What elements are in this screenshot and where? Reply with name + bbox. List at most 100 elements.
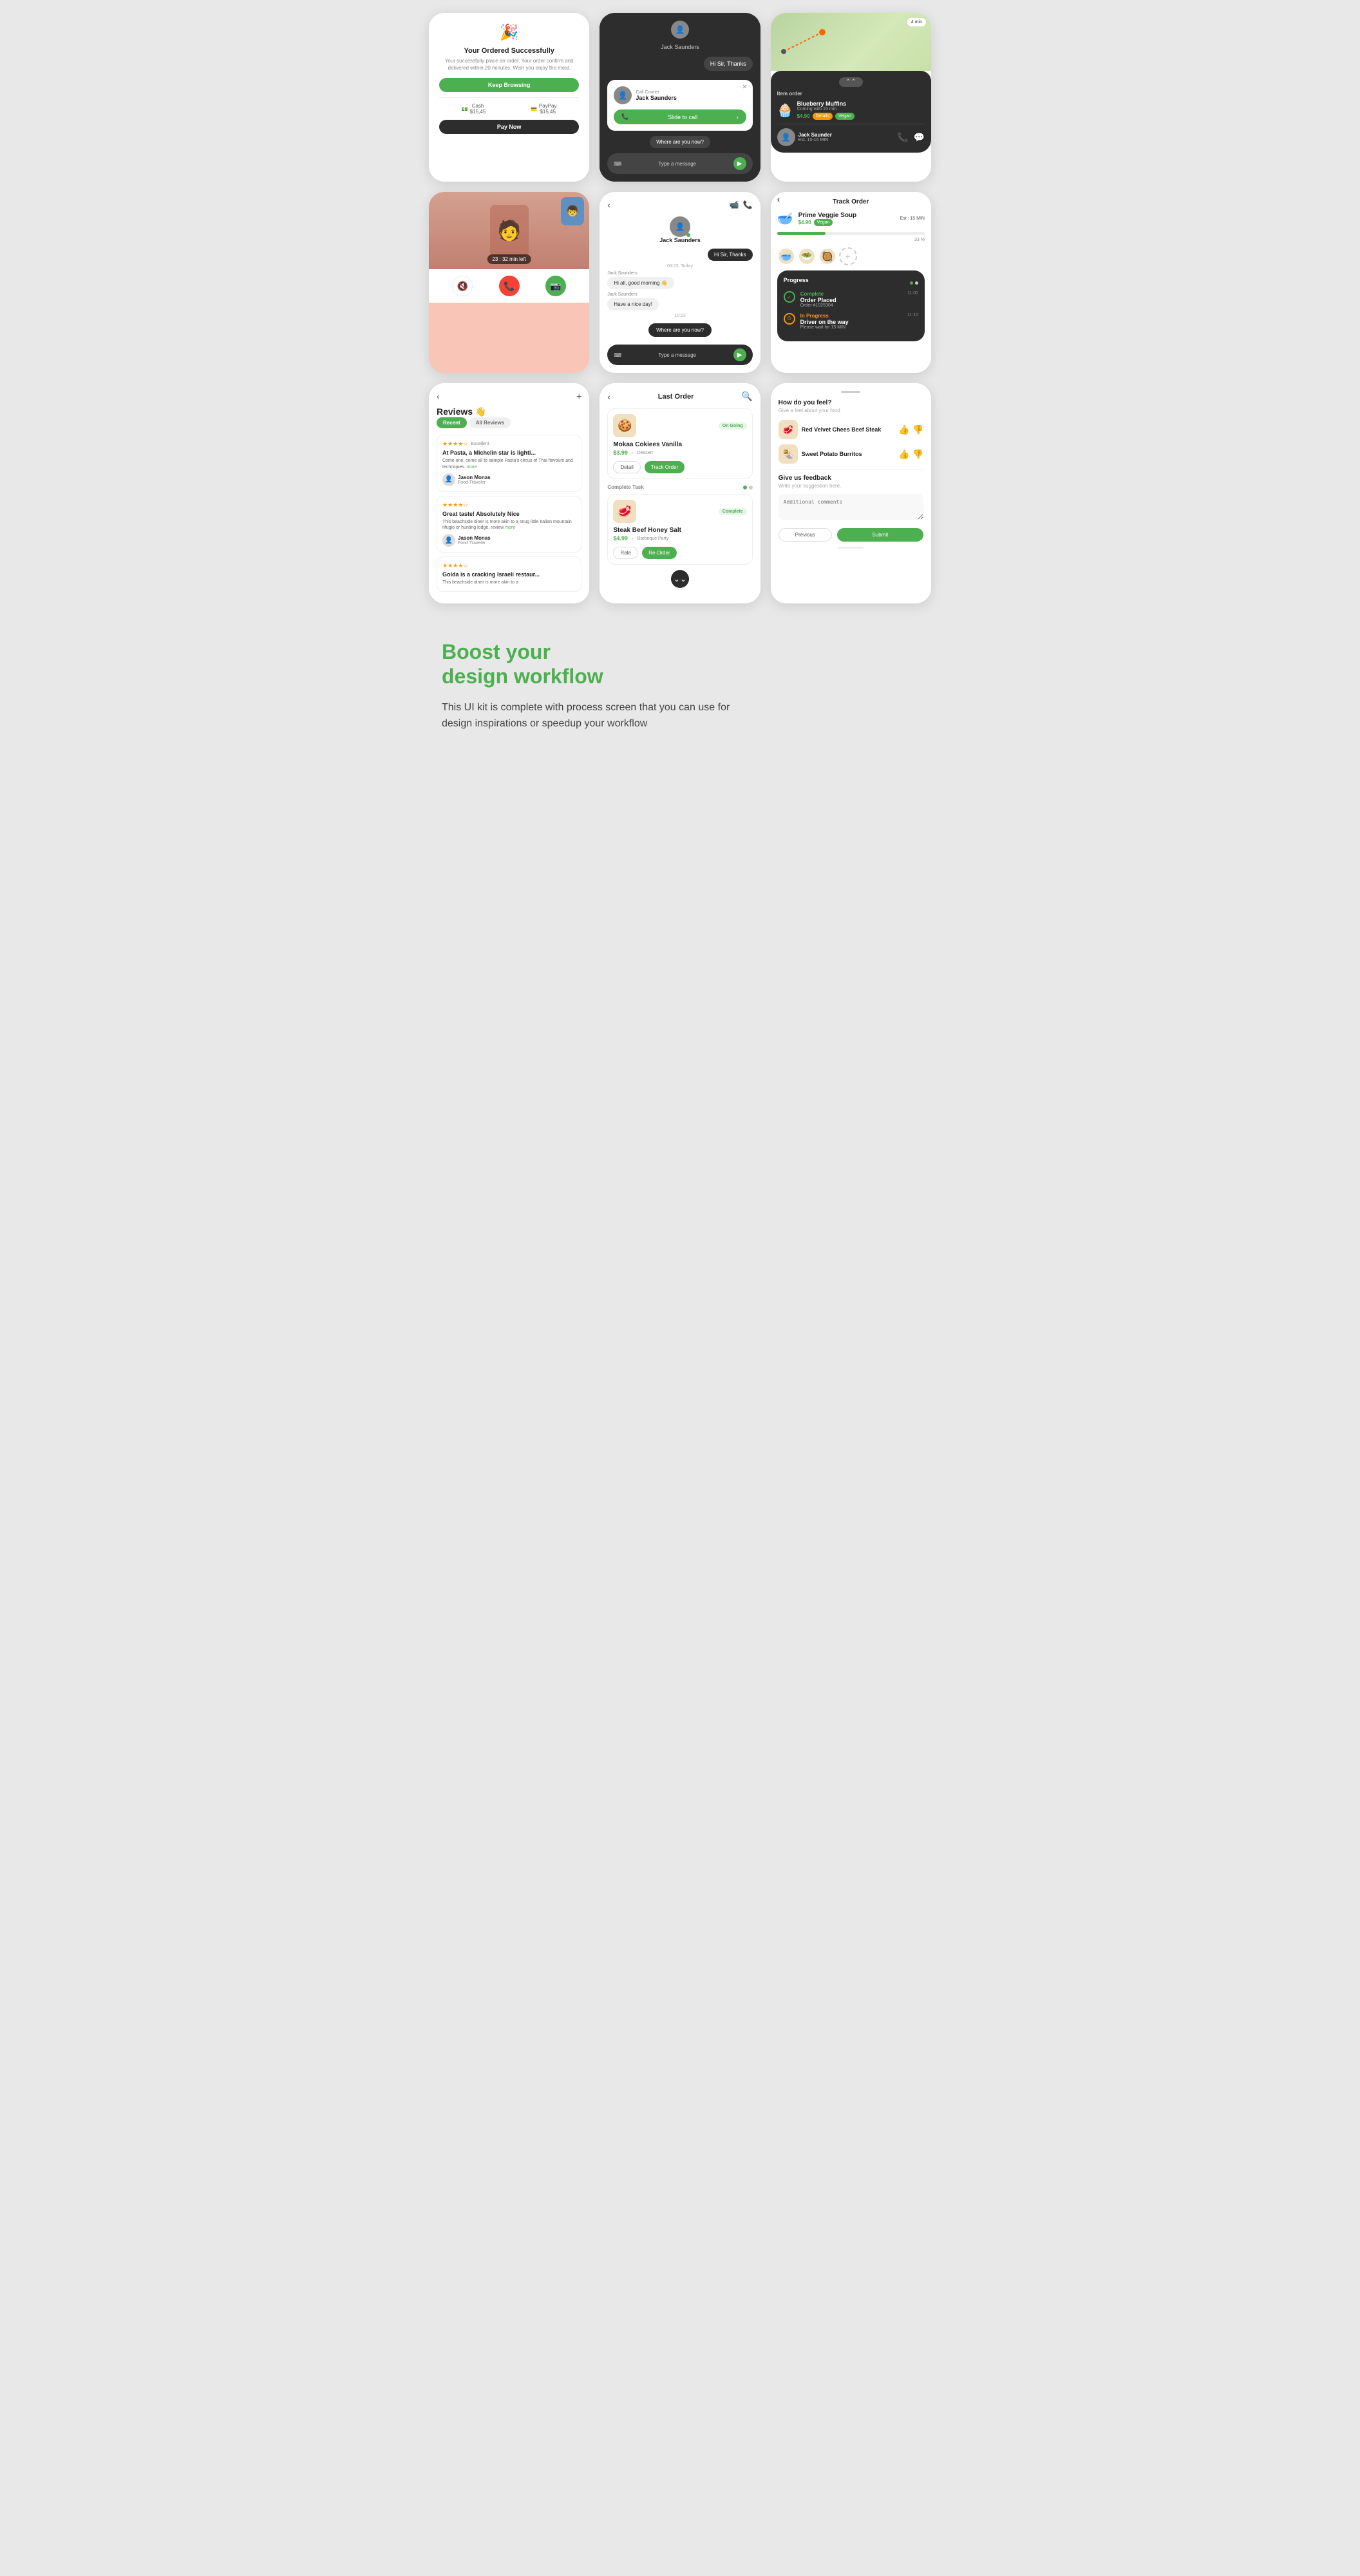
track-order-card: ‹ Track Order 🥣 Prime Veggie Soup $4.90 … — [771, 192, 931, 373]
muffin-icon: 🧁 — [777, 102, 793, 118]
progress-dark-title: Progress — [784, 277, 809, 283]
chat-input-light[interactable]: ⌨ Type a message ▶ — [607, 345, 752, 365]
food1-actions: Detail Track Order — [613, 461, 746, 473]
cash-info: Cash $15,45 — [470, 103, 486, 115]
order-success-title: Your Ordered Successfully — [439, 47, 579, 55]
order-placed-title: Order Placed — [800, 297, 836, 303]
thumbs-up-1[interactable]: 👍 — [898, 424, 909, 435]
back-arrow-icon[interactable]: ‹ — [607, 200, 610, 210]
review-item-2: ★★★★☆ Great taste! Absolutely Nice This … — [437, 496, 581, 553]
phone-icon[interactable]: 📞 — [897, 132, 908, 143]
feedback-textarea[interactable] — [779, 494, 923, 520]
mute-button[interactable]: 🔇 — [452, 276, 473, 296]
detail-button[interactable]: Detail — [613, 461, 640, 473]
thumbs-up-2[interactable]: 👍 — [898, 449, 909, 460]
reviewer-name-1: Jason Monas — [458, 475, 491, 480]
reviewer-role-1: Food Traveler — [458, 480, 491, 485]
last-order-card: ‹ Last Order 🔍 🍪 On Going Mokaa Cokiees … — [600, 383, 760, 603]
thumbs-down-1[interactable]: 👎 — [912, 424, 923, 435]
add-food-button[interactable]: + — [839, 247, 857, 265]
thumbs-down-2[interactable]: 👎 — [912, 449, 923, 460]
paypay-payment: 💳 PayPay $15,45 — [531, 103, 557, 115]
stars-1: ★★★★☆ — [442, 440, 468, 448]
food-thumbs: 🥣 🥗 🥘 + — [777, 247, 925, 265]
search-icon[interactable]: 🔍 — [741, 391, 752, 402]
where-msg: Where are you now? — [648, 323, 712, 337]
send-button[interactable]: ▶ — [733, 157, 746, 170]
chat-input-dark[interactable]: ⌨ Type a message ▶ — [607, 153, 752, 174]
boost-description: This UI kit is complete with process scr… — [442, 699, 751, 732]
keyboard-icon: ⌨ — [614, 352, 621, 358]
status-dot-2 — [915, 281, 918, 285]
food2-price: $4.99 — [613, 535, 628, 542]
delivery-info: ⌃⌃ Item order 🧁 Blueberry Muffins Coming… — [771, 71, 931, 153]
step-complete-label: Complete — [800, 291, 836, 297]
video-call-icon[interactable]: 📹 — [730, 200, 739, 209]
food2-feedback-row: 🌯 Sweet Potato Burritos 👍 👎 — [779, 444, 923, 464]
scroll-down-button[interactable]: ⌄⌄ — [671, 570, 689, 588]
rate-button[interactable]: Rate — [613, 547, 638, 559]
end-call-button[interactable]: 📞 — [499, 276, 520, 296]
back-arrow-reviews[interactable]: ‹ — [437, 391, 440, 401]
send-button-light[interactable]: ▶ — [733, 348, 746, 361]
complete-order-item: 🥩 Complete Steak Beef Honey Salt $4.99 •… — [607, 494, 752, 565]
food2-category: Barbeque Party — [638, 536, 669, 541]
chat-light-card: ‹ 📹 📞 👤 Jack Saunders Hi Sir, Thanks — [600, 192, 760, 373]
phone-call-icon[interactable]: 📞 — [743, 200, 753, 209]
confetti-icon: 🎉 — [439, 23, 579, 42]
online-indicator — [686, 233, 690, 237]
track-order-button[interactable]: Track Order — [645, 461, 685, 473]
food1-emoji-row[interactable]: 👍 👎 — [898, 424, 923, 435]
paypay-amount: $15,45 — [539, 109, 557, 115]
food1-feedback-row: 🥩 Red Velvet Chees Beef Steak 👍 👎 — [779, 420, 923, 439]
progress-dark-card: Progress ✓ Complete Order Placed Order #… — [777, 270, 925, 341]
cash-amount: $15,45 — [470, 109, 486, 115]
video-button[interactable]: 📷 — [545, 276, 566, 296]
row1: 🎉 Your Ordered Successfully Your success… — [429, 13, 931, 182]
last-order-content: ‹ Last Order 🔍 🍪 On Going Mokaa Cokiees … — [600, 383, 760, 596]
header-icons: 📹 📞 — [730, 200, 753, 209]
boost-title: Boost your design workflow — [442, 639, 918, 689]
tab-all-reviews[interactable]: All Reviews — [469, 417, 511, 428]
feedback-card: How do you feel? Give a feel about your … — [771, 383, 931, 603]
reorder-button[interactable]: Re-Order — [642, 547, 676, 559]
close-icon[interactable]: ✕ — [742, 84, 747, 91]
msg-hi-sir: Hi Sir, Thanks — [607, 249, 752, 261]
reviews-card: ‹ + Reviews 👋 Recent All Reviews ★★★★☆ E… — [429, 383, 589, 603]
review-more-2[interactable]: more — [505, 526, 515, 530]
slide-to-call[interactable]: 📞 Slide to call › — [614, 109, 746, 124]
item-name: Blueberry Muffins — [797, 100, 855, 107]
dot-gray — [749, 486, 753, 489]
eta-badge: 4 min — [907, 18, 926, 26]
input-placeholder-light: Type a message — [658, 352, 696, 358]
progress-pct: 33 % — [777, 238, 925, 242]
call-controls: 🔇 📞 📷 — [429, 269, 589, 303]
previous-button[interactable]: Previous — [779, 528, 832, 542]
feedback-subtitle: Give a feel about your food — [779, 408, 923, 413]
add-review-button[interactable]: + — [576, 391, 581, 401]
submit-button[interactable]: Submit — [837, 528, 923, 542]
msg-time-2: 10:23 — [607, 314, 752, 318]
reviewer-info-1: Jason Monas Food Traveler — [458, 475, 491, 485]
caller-row: 👤 Call Courier Jack Saunders — [614, 86, 746, 104]
track-item-info: Prime Veggie Soup $4.90 Vegan — [798, 212, 857, 226]
keyboard-icon: ⌨ — [614, 161, 621, 167]
collapse-handle[interactable]: ⌃⌃ — [839, 77, 863, 87]
keep-browsing-button[interactable]: Keep Browsing — [439, 78, 579, 92]
in-progress-time: 11:10 — [907, 313, 918, 317]
driver-sub: Please wait for 15 MIN — [800, 325, 849, 330]
boost-title-line1: Boost your — [442, 639, 918, 664]
caller-avatar: 👤 — [614, 86, 632, 104]
back-arrow-track[interactable]: ‹ — [777, 194, 780, 204]
cash-icon: 💵 — [462, 106, 468, 112]
pay-now-button[interactable]: Pay Now — [439, 120, 579, 134]
food2-emoji-row[interactable]: 👍 👎 — [898, 449, 923, 460]
chat-light-content: ‹ 📹 📞 👤 Jack Saunders Hi Sir, Thanks — [600, 192, 760, 373]
msg-time-1: 09:23, Today — [607, 264, 752, 269]
food-thumb-3: 🥘 — [818, 247, 836, 265]
message-icon[interactable]: 💬 — [914, 132, 925, 143]
track-order-title: Track Order — [833, 198, 869, 205]
tab-recent[interactable]: Recent — [437, 417, 467, 428]
reviewer-row-1: 👤 Jason Monas Food Traveler — [442, 473, 576, 486]
review-more-1[interactable]: more — [467, 465, 477, 469]
